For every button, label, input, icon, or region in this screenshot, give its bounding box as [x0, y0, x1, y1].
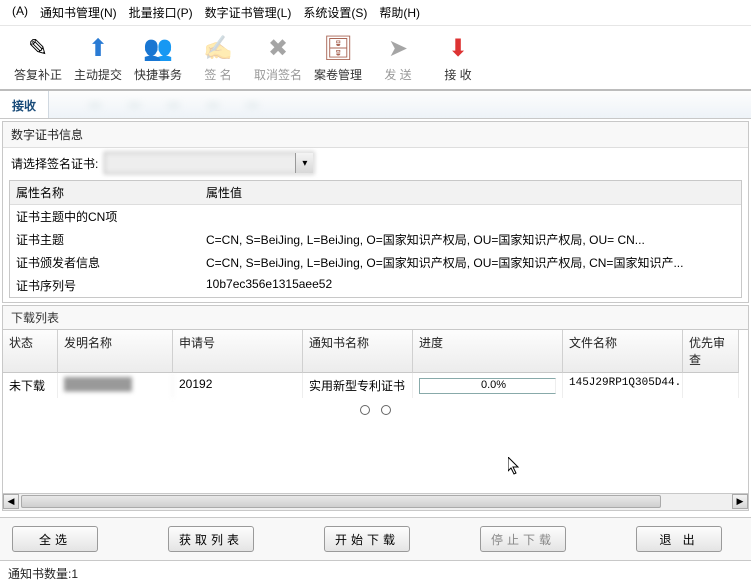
scroll-left-icon[interactable]: ◀ — [3, 494, 19, 509]
col-progress[interactable]: 进度 — [413, 330, 563, 373]
chevron-down-icon[interactable]: ▾ — [295, 153, 313, 173]
users-icon: 👥 — [142, 32, 174, 64]
pager — [3, 398, 748, 428]
attr-val: C=CN, S=BeiJing, L=BeiJing, O=国家知识产权局, O… — [200, 228, 741, 251]
select-all-button[interactable]: 全选 — [12, 526, 98, 552]
cell-priority — [683, 373, 739, 398]
cert-attr-grid: 属性名称 属性值 证书主题中的CN项 证书主题C=CN, S=BeiJing, … — [9, 180, 742, 298]
pager-dot[interactable] — [381, 405, 391, 415]
scroll-right-icon[interactable]: ▶ — [732, 494, 748, 509]
tb-quick[interactable]: 👥快捷事务 — [128, 30, 188, 89]
cert-select-label: 请选择签名证书: — [11, 155, 98, 172]
download-section: 下载列表 状态 发明名称 申请号 通知书名称 进度 文件名称 优先审查 未下载 … — [2, 305, 749, 494]
cert-combo[interactable]: ▾ — [104, 152, 314, 174]
attr-name: 证书颁发者信息 — [10, 251, 200, 274]
tb-send[interactable]: ➤发 送 — [368, 30, 428, 89]
tabstrip: 接收 — — — — — — [0, 91, 751, 119]
attr-name: 证书主题中的CN项 — [10, 205, 200, 228]
cell-notice: 实用新型专利证书 — [303, 373, 413, 398]
upload-icon: ⬆ — [82, 32, 114, 64]
download-icon: ⬇ — [442, 32, 474, 64]
menu-item-notice[interactable]: 通知书管理(N) — [34, 2, 123, 23]
attr-name: 证书序列号 — [10, 274, 200, 297]
cert-panel-title: 数字证书信息 — [3, 122, 748, 148]
menu-item-cert[interactable]: 数字证书管理(L) — [199, 2, 298, 23]
col-name[interactable]: 发明名称 — [58, 330, 173, 373]
start-download-button[interactable]: 开始下载 — [324, 526, 410, 552]
cell-state: 未下载 — [3, 373, 58, 398]
tb-unsign[interactable]: ✖取消签名 — [248, 30, 308, 89]
unsign-icon: ✖ — [262, 32, 294, 64]
status-bar: 通知书数量:1 — [0, 560, 751, 586]
button-bar: 全选 获取列表 开始下载 停止下载 退 出 — [0, 517, 751, 560]
attr-val — [200, 205, 741, 228]
download-grid: 状态 发明名称 申请号 通知书名称 进度 文件名称 优先审查 未下载 █████… — [2, 329, 749, 494]
tab-blurred: — — — — — — [49, 91, 751, 118]
get-list-button[interactable]: 获取列表 — [168, 526, 254, 552]
exit-button[interactable]: 退 出 — [636, 526, 722, 552]
cell-file: 145J29RP1Q305D44.zip — [563, 373, 683, 398]
menu-item-settings[interactable]: 系统设置(S) — [297, 2, 373, 23]
attr-val: C=CN, S=BeiJing, L=BeiJing, O=国家知识产权局, O… — [200, 251, 741, 274]
col-state[interactable]: 状态 — [3, 330, 58, 373]
col-file[interactable]: 文件名称 — [563, 330, 683, 373]
menu-item-help[interactable]: 帮助(H) — [373, 2, 426, 23]
pen-icon: ✎ — [22, 32, 54, 64]
cell-name: ████████ — [58, 373, 173, 398]
col-app[interactable]: 申请号 — [173, 330, 303, 373]
menubar: (A) 通知书管理(N) 批量接口(P) 数字证书管理(L) 系统设置(S) 帮… — [0, 0, 751, 26]
col-priority[interactable]: 优先审查 — [683, 330, 739, 373]
tb-reply[interactable]: ✎答复补正 — [8, 30, 68, 89]
tb-case[interactable]: 🗄案卷管理 — [308, 30, 368, 89]
toolbar: ✎答复补正 ⬆主动提交 👥快捷事务 ✍签 名 ✖取消签名 🗄案卷管理 ➤发 送 … — [0, 26, 751, 91]
pager-dot[interactable] — [360, 405, 370, 415]
menu-item-batch[interactable]: 批量接口(P) — [123, 2, 199, 23]
attr-col-value: 属性值 — [200, 181, 741, 204]
attr-name: 证书主题 — [10, 228, 200, 251]
h-scrollbar[interactable]: ◀ ▶ — [2, 494, 749, 511]
stop-download-button: 停止下载 — [480, 526, 566, 552]
tb-submit[interactable]: ⬆主动提交 — [68, 30, 128, 89]
tb-sign[interactable]: ✍签 名 — [188, 30, 248, 89]
scroll-thumb[interactable] — [21, 495, 661, 508]
cert-combo-input[interactable] — [104, 152, 314, 174]
sign-icon: ✍ — [202, 32, 234, 64]
send-icon: ➤ — [382, 32, 414, 64]
tb-recv[interactable]: ⬇接 收 — [428, 30, 488, 89]
attr-val: 10b7ec356e1315aee52 — [200, 274, 741, 297]
menu-item-a[interactable]: (A) — [6, 2, 34, 23]
col-notice[interactable]: 通知书名称 — [303, 330, 413, 373]
archive-icon: 🗄 — [322, 32, 354, 64]
cell-progress: 0.0% — [413, 373, 563, 398]
cell-app: 20192 — [173, 373, 303, 398]
attr-col-name: 属性名称 — [10, 181, 200, 204]
download-title: 下载列表 — [2, 305, 749, 329]
tab-receive[interactable]: 接收 — [0, 91, 49, 118]
cert-panel: 数字证书信息 请选择签名证书: ▾ 属性名称 属性值 证书主题中的CN项 证书主… — [2, 121, 749, 303]
table-row[interactable]: 未下载 ████████ 20192 实用新型专利证书 0.0% 145J29R… — [3, 373, 748, 398]
